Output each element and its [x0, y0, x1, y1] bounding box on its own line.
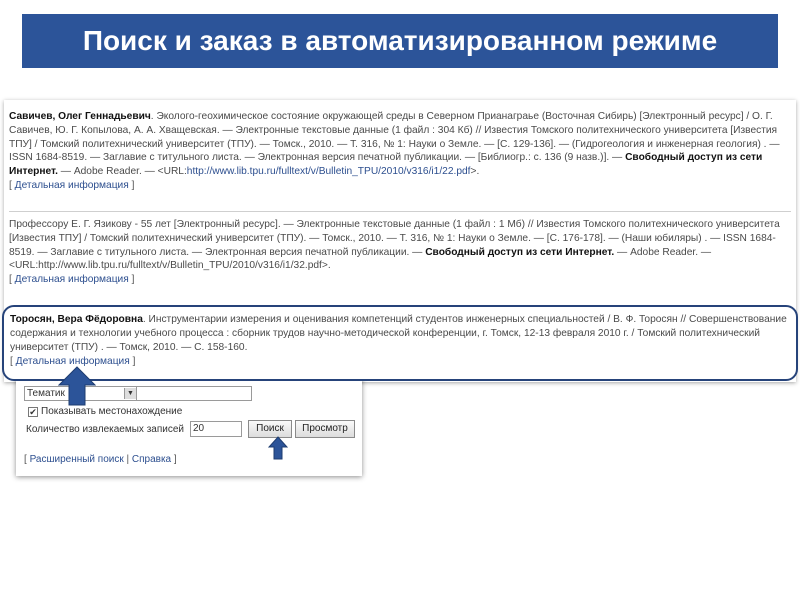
record-access: Свободный доступ из сети Интернет.: [425, 246, 615, 258]
record-author: Торосян, Вера Фёдоровна: [10, 314, 143, 325]
detail-info-label: Детальная информация: [14, 274, 129, 286]
chevron-down-icon[interactable]: ▼: [124, 388, 136, 399]
show-location-option[interactable]: ✔ Показывать местонахождение: [28, 406, 182, 417]
show-location-label: Показывать местонахождение: [41, 406, 183, 417]
advanced-search-link[interactable]: Расширенный поиск: [30, 454, 124, 465]
browse-button[interactable]: Просмотр: [295, 420, 355, 438]
search-query-input[interactable]: [136, 386, 252, 401]
record-url-link[interactable]: http://www.lib.tpu.ru/fulltext/v/Bulleti…: [187, 166, 471, 177]
result-record: Профессору Е. Г. Язикову - 55 лет [Элект…: [9, 218, 791, 287]
arrow-up-icon: [58, 366, 96, 406]
detail-info-label: Детальная информация: [14, 179, 129, 191]
highlighted-record-frame: Торосян, Вера Фёдоровна. Инструментарии …: [2, 305, 798, 381]
record-divider: [9, 211, 791, 212]
records-count-label: Количество извлекаемых записей: [26, 424, 184, 435]
record-url-end: >.: [470, 166, 480, 178]
show-location-checkbox[interactable]: ✔: [28, 406, 38, 417]
detail-info-link[interactable]: [ Детальная информация ]: [9, 274, 134, 285]
detail-info-link[interactable]: [ Детальная информация ]: [9, 180, 134, 191]
help-link[interactable]: Справка: [132, 454, 171, 465]
panel-links: [ Расширенный поиск | Справка ]: [24, 454, 177, 465]
result-record: Торосян, Вера Фёдоровна. Инструментарии …: [10, 313, 792, 369]
record-format: — Adobe Reader. — <URL:: [57, 166, 187, 178]
record-author: Савичев, Олег Геннадьевич: [9, 111, 151, 122]
slide-title: Поиск и заказ в автоматизированном режим…: [22, 14, 778, 68]
result-record: Савичев, Олег Геннадьевич. Эколого-геохи…: [9, 110, 791, 193]
arrow-up-icon: [268, 436, 288, 460]
records-count-input[interactable]: 20: [190, 421, 242, 437]
